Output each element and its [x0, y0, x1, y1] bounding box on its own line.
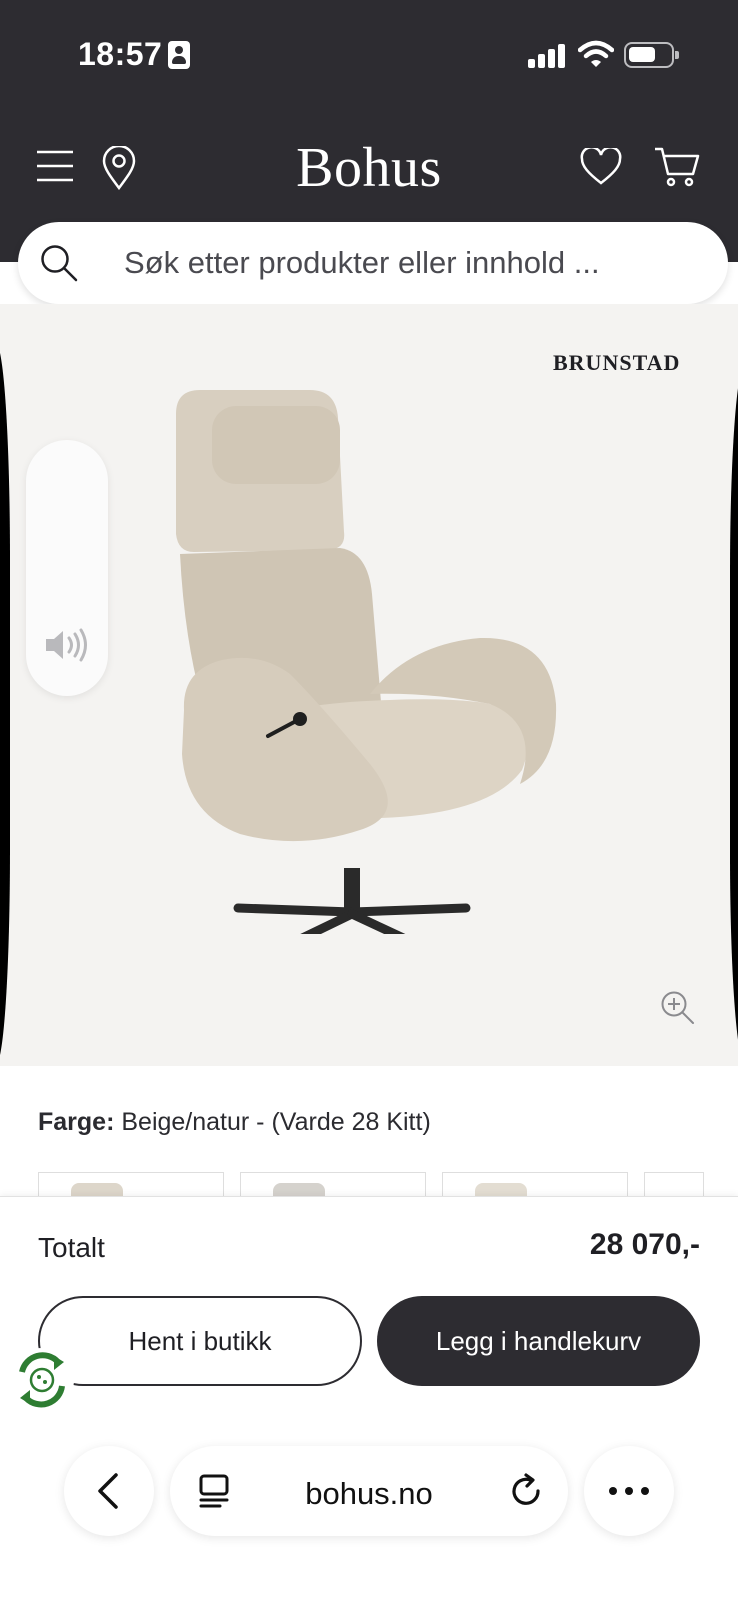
- cart-icon[interactable]: [654, 146, 700, 188]
- wishlist-heart-icon[interactable]: [580, 148, 622, 186]
- speaker-sound-icon[interactable]: [44, 628, 90, 662]
- battery-icon: [624, 42, 679, 68]
- product-image-recliner-chair: [176, 390, 557, 934]
- color-label: Farge:: [38, 1108, 115, 1136]
- edge-decoration-right: [730, 364, 738, 1064]
- eco-recycle-badge-icon[interactable]: [8, 1346, 76, 1414]
- bohus-logo[interactable]: Bohus: [0, 136, 738, 200]
- add-to-cart-button[interactable]: Legg i handlekurv: [377, 1296, 700, 1386]
- product-image-gallery[interactable]: BRUNSTAD: [0, 304, 738, 1066]
- total-label: Totalt: [38, 1232, 105, 1263]
- pickup-in-store-button[interactable]: Hent i butikk: [38, 1296, 362, 1386]
- browser-address-bar[interactable]: bohus.no: [170, 1446, 568, 1536]
- more-options-icon: [609, 1487, 649, 1495]
- search-bar[interactable]: [18, 222, 728, 304]
- search-input[interactable]: [124, 236, 704, 290]
- brand-logo: BRUNSTAD: [553, 350, 681, 375]
- browser-more-button[interactable]: [584, 1446, 674, 1536]
- edge-decoration-left: [0, 344, 10, 1064]
- total-price: 28 070,-: [589, 1228, 700, 1261]
- status-time: 18:57: [78, 36, 163, 72]
- url-text: bohus.no: [305, 1476, 433, 1511]
- color-value: Beige/natur - (Varde 28 Kitt): [121, 1108, 431, 1136]
- cellular-signal-icon: [528, 42, 566, 68]
- chevron-left-icon: [98, 1473, 118, 1509]
- contact-card-icon: [168, 41, 190, 69]
- reload-icon[interactable]: [510, 1473, 544, 1509]
- color-selection-text: Farge: Beige/natur - (Varde 28 Kitt): [38, 1108, 431, 1137]
- browser-back-button[interactable]: [64, 1446, 154, 1536]
- wifi-icon: [578, 40, 614, 67]
- search-icon: [41, 245, 78, 282]
- sound-toggle-widget[interactable]: [26, 440, 108, 696]
- zoom-in-icon[interactable]: [660, 990, 696, 1026]
